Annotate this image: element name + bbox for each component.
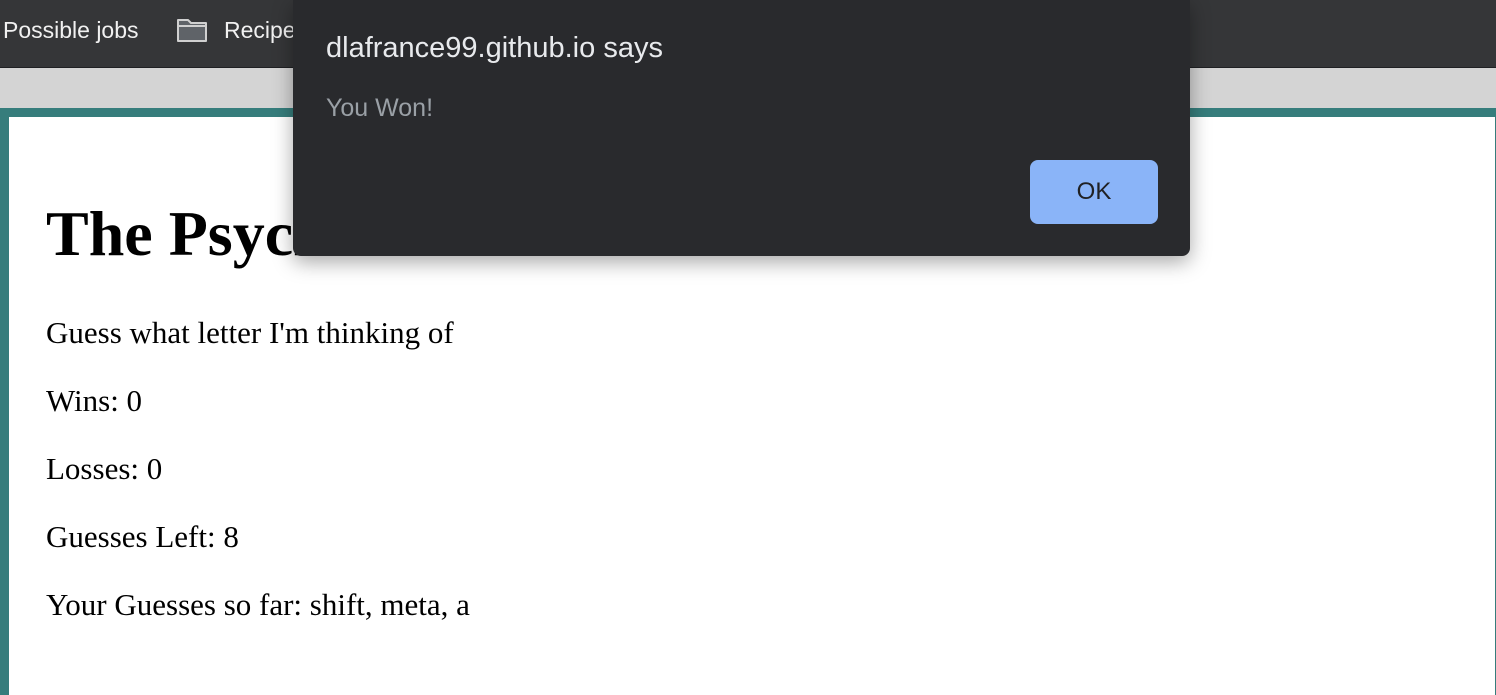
ok-button[interactable]: OK xyxy=(1030,160,1158,224)
alert-message: You Won! xyxy=(326,94,434,122)
wins-counter: Wins: 0 xyxy=(46,383,143,418)
bookmark-folder-recipe[interactable]: Recipe xyxy=(176,14,296,46)
alert-dialog: dlafrance99.github.io says You Won! OK xyxy=(293,0,1190,256)
game-prompt: Guess what letter I'm thinking of xyxy=(46,315,454,350)
bookmark-label: Possible jobs xyxy=(3,16,139,43)
guesses-left-counter: Guesses Left: 8 xyxy=(46,519,239,554)
folder-icon xyxy=(176,17,208,43)
page-title: The Psych xyxy=(46,198,329,269)
losses-counter: Losses: 0 xyxy=(46,451,163,486)
bookmark-possible-jobs[interactable]: Possible jobs xyxy=(3,14,139,46)
alert-title: dlafrance99.github.io says xyxy=(326,32,663,64)
guesses-so-far: Your Guesses so far: shift, meta, a xyxy=(46,587,470,622)
bookmark-label: Recipe xyxy=(224,16,296,43)
